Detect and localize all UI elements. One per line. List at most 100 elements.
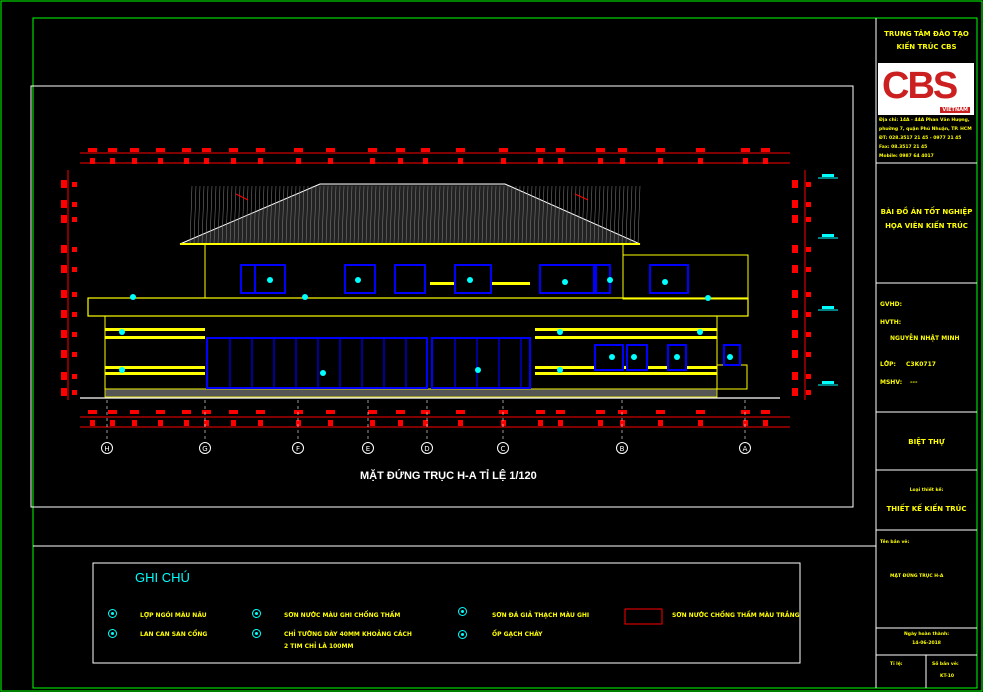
dimension-tick — [296, 420, 301, 426]
mshv-value: --- — [910, 379, 918, 386]
dimension-tick — [792, 245, 798, 253]
material-marker — [697, 329, 703, 335]
legend-item-4b: 2 TIM CHỈ LÀ 100MM — [284, 643, 354, 650]
project-line1: BÀI ĐỒ ÁN TỐT NGHIỆP — [880, 208, 973, 216]
window — [394, 264, 426, 294]
cbs-logo: CBS VIETNAM — [878, 63, 974, 115]
dimension-tick — [598, 158, 603, 164]
material-marker — [727, 354, 733, 360]
grid-axis-bubble: A — [739, 442, 751, 454]
dimension-tick — [72, 374, 77, 379]
dimension-tick — [328, 158, 333, 164]
legend-marker-v4 — [252, 629, 261, 638]
material-marker — [119, 367, 125, 373]
dimension-tick — [61, 350, 67, 358]
dimension-tick — [396, 148, 405, 152]
dimension-tick — [72, 217, 77, 222]
dimension-tick — [132, 420, 137, 426]
dimension-tick — [294, 148, 303, 152]
dimension-tick — [328, 420, 333, 426]
dimension-tick — [72, 202, 77, 207]
dimension-tick — [658, 158, 663, 164]
dimension-tick — [761, 410, 770, 414]
legend-item-1: LỢP NGÓI MÀU NÂU — [140, 612, 207, 619]
dimension-tick — [72, 267, 77, 272]
dimension-tick — [538, 158, 543, 164]
material-marker — [662, 279, 668, 285]
roof-hatch-line — [633, 185, 637, 245]
dimension-tick — [158, 158, 163, 164]
dimension-tick — [501, 420, 506, 426]
dimension-tick — [696, 148, 705, 152]
dimension-tick — [618, 148, 627, 152]
roof-hatch-line — [621, 185, 625, 245]
window — [454, 264, 492, 294]
dimension-tick — [182, 410, 191, 414]
date-value: 14-06-2018 — [912, 641, 941, 646]
dimension-tick — [184, 158, 189, 164]
dimension-tick — [792, 215, 798, 223]
dimension-tick — [792, 330, 798, 338]
material-marker — [607, 277, 613, 283]
scale-label: Tỉ lệ: — [890, 662, 903, 667]
address-line: phường 7, quận Phú Nhuận, TP. HCM — [879, 127, 972, 132]
dimension-tick — [806, 267, 811, 272]
dimension-tick — [536, 148, 545, 152]
material-marker — [355, 277, 361, 283]
dimension-tick — [792, 372, 798, 380]
sheet-name-label: Tên bản vẽ: — [880, 540, 910, 545]
dimension-tick — [130, 148, 139, 152]
dimension-tick — [792, 290, 798, 298]
legend-item-2: LAN CAN SAN CỔNG — [140, 631, 208, 638]
dimension-tick — [61, 310, 67, 318]
dimension-tick — [72, 332, 77, 337]
grid-axis-bubble: C — [497, 442, 509, 454]
address-line: Địa chỉ: 14A - 44A Phan Văn Hượng, — [879, 118, 970, 123]
material-marker — [557, 367, 563, 373]
dimension-tick — [90, 158, 95, 164]
dimension-tick — [698, 158, 703, 164]
dimension-tick — [72, 247, 77, 252]
dimension-tick — [618, 410, 627, 414]
material-marker — [609, 354, 615, 360]
dimension-tick — [61, 215, 67, 223]
building-name: BIỆT THỰ — [908, 438, 945, 446]
dimension-tick — [741, 148, 750, 152]
dimension-tick — [456, 148, 465, 152]
dimension-tick — [743, 420, 748, 426]
dimension-tick — [806, 217, 811, 222]
legend-item-3: SƠN NƯỚC MÀU GHI CHỐNG THẤM — [284, 612, 401, 619]
dimension-tick — [806, 202, 811, 207]
project-line2: HỌA VIÊN KIẾN TRÚC — [885, 222, 968, 230]
balcony-slab — [87, 297, 749, 317]
material-marker — [674, 354, 680, 360]
hvth-value: NGUYỄN NHẬT MINH — [890, 335, 960, 342]
dimension-tick — [231, 420, 236, 426]
dimension-tick — [61, 290, 67, 298]
dimension-tick — [90, 420, 95, 426]
address-line: Mobile: 0987 64 4017 — [879, 154, 934, 159]
legend-item-4: CHỈ TƯỜNG DÀY 40MM KHOẢNG CÁCH — [284, 631, 412, 638]
material-marker — [130, 294, 136, 300]
sheet-no-label: Số bản vẽ: — [932, 662, 959, 667]
roof-hatch-line — [637, 185, 641, 245]
dimension-tick — [132, 158, 137, 164]
roof-hatch-line — [193, 185, 197, 245]
dimension-tick — [421, 148, 430, 152]
grid-axis-bubble: F — [292, 442, 304, 454]
dimension-tick — [806, 390, 811, 395]
grid-axis-bubble: D — [421, 442, 433, 454]
lop-label: LỚP: — [880, 361, 896, 368]
dimension-tick — [501, 158, 506, 164]
dimension-tick — [184, 420, 189, 426]
dimension-tick — [61, 372, 67, 380]
dimension-tick — [202, 410, 211, 414]
dimension-tick — [456, 410, 465, 414]
dimension-tick — [72, 312, 77, 317]
dimension-tick — [61, 180, 67, 188]
roof-hatch-line — [189, 185, 193, 245]
material-marker — [467, 277, 473, 283]
dimension-tick — [156, 410, 165, 414]
legend-marker-v6 — [458, 630, 467, 639]
dimension-tick — [806, 247, 811, 252]
